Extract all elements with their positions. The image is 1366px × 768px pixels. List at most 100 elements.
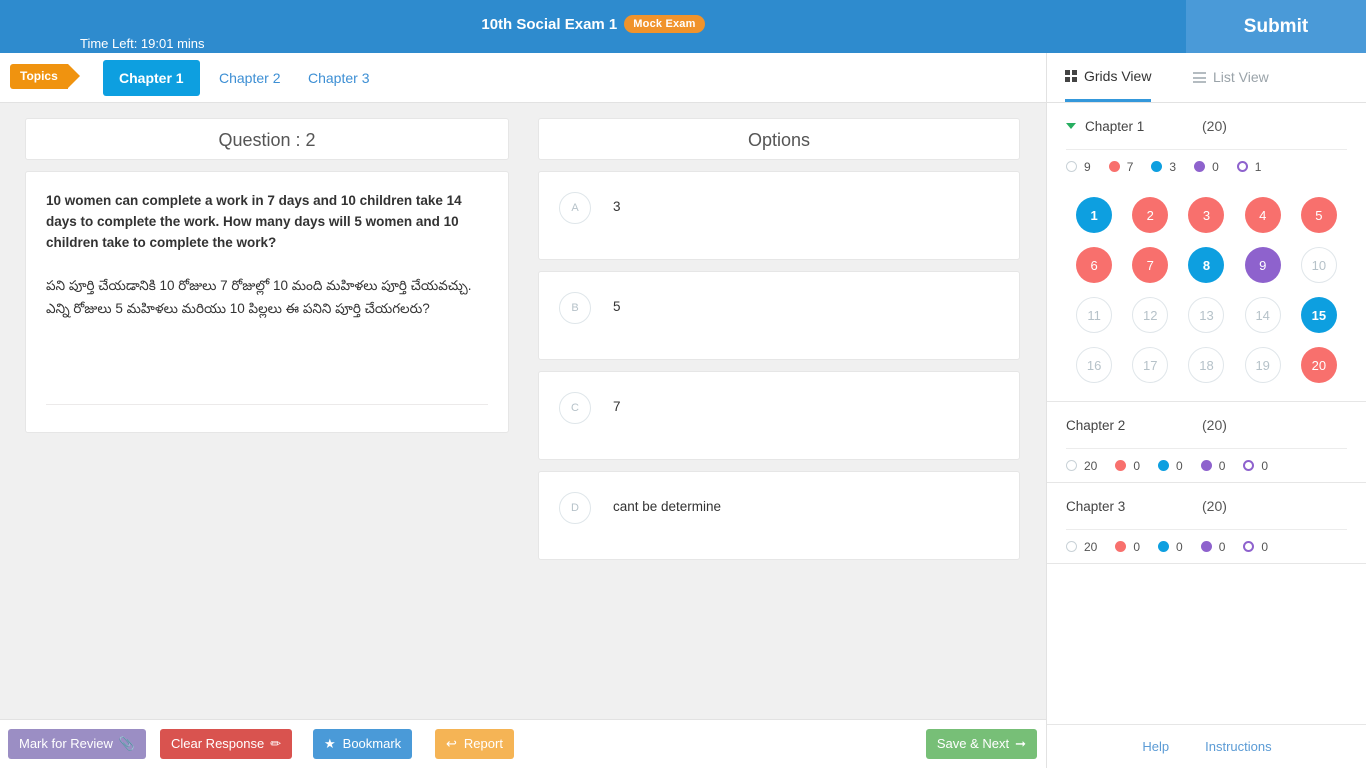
legend-dot-answered	[1115, 460, 1127, 471]
chevron-down-icon[interactable]	[1066, 123, 1076, 129]
grid-icon	[1065, 70, 1077, 82]
exam-title: 10th Social Exam 1 Mock Exam	[0, 15, 1186, 35]
question-number-14[interactable]: 14	[1244, 297, 1281, 333]
question-panel: Question : 2 10 women can complete a wor…	[25, 118, 509, 433]
question-number-7[interactable]: 7	[1132, 247, 1169, 283]
help-link[interactable]: Help	[1142, 739, 1169, 754]
legend-current: 3	[1151, 160, 1176, 174]
legend-dot-review	[1200, 460, 1212, 471]
view-tabs: Grids View List View	[1047, 53, 1366, 103]
question-number-18[interactable]: 18	[1188, 347, 1225, 383]
sidebar-footer: Help Instructions	[1047, 724, 1366, 768]
instructions-link[interactable]: Instructions	[1205, 739, 1271, 754]
chapter-1-count: (20)	[1202, 118, 1227, 134]
legend-review: 0	[1194, 160, 1219, 174]
mock-exam-badge: Mock Exam	[624, 15, 705, 33]
chapter-section-1: Chapter 1 (20) 9 7 3 0 1	[1047, 103, 1366, 183]
list-icon	[1193, 72, 1206, 83]
eraser-icon: ✏	[270, 736, 282, 751]
legend-unanswered: 9	[1066, 160, 1091, 174]
question-number-5[interactable]: 5	[1300, 197, 1337, 233]
legend-count-review: 0	[1218, 458, 1226, 473]
question-number-12[interactable]: 12	[1132, 297, 1169, 333]
question-number-13[interactable]: 13	[1188, 297, 1225, 333]
submit-label: Submit	[1243, 15, 1309, 37]
bottom-toolbar: Mark for Review 📎 Clear Response ✏ ★ Bookma…	[0, 719, 1046, 768]
option-b-text: 5	[613, 299, 621, 314]
tab-chapter-2[interactable]: Chapter 2	[203, 60, 296, 96]
question-body: 10 women can complete a work in 7 days a…	[25, 171, 509, 433]
chapter-2-legend: 20 0 0 0 0	[1066, 448, 1347, 482]
tab-grids-view[interactable]: Grids View	[1065, 53, 1152, 102]
question-number-8[interactable]: 8	[1188, 247, 1225, 283]
list-view-label: List View	[1213, 69, 1269, 85]
question-number-20[interactable]: 20	[1300, 347, 1337, 383]
save-and-next-button[interactable]: Save & Next ➞	[925, 729, 1037, 759]
legend-dot-review	[1200, 541, 1212, 552]
question-number-15[interactable]: 15	[1300, 297, 1337, 333]
option-a[interactable]: A 3	[538, 171, 1020, 260]
legend-dot-review-outline	[1243, 460, 1255, 471]
topics-tag[interactable]: Topics	[10, 64, 80, 89]
tab-chapter-1[interactable]: Chapter 1	[103, 60, 200, 96]
exam-app: Time Left: 19:01 mins 10th Social Exam 1…	[0, 0, 1366, 768]
clear-response-button[interactable]: Clear Response ✏	[160, 729, 293, 759]
bookmark-button[interactable]: ★ Bookmark	[313, 729, 413, 759]
option-d-letter: D	[559, 492, 591, 524]
question-number-17[interactable]: 17	[1132, 347, 1169, 383]
legend-review-outline: 1	[1236, 159, 1262, 174]
legend-count-answered: 7	[1126, 159, 1134, 174]
option-c-letter: C	[559, 392, 591, 424]
question-number-11[interactable]: 11	[1076, 297, 1113, 333]
option-b-letter: B	[559, 292, 591, 324]
legend-dot-unanswered	[1066, 541, 1077, 552]
report-label: Report	[463, 736, 503, 751]
tab-chapter-3[interactable]: Chapter 3	[292, 60, 385, 96]
legend-count-review-outline: 1	[1254, 159, 1262, 174]
chapter-3-legend: 20 0 0 0 0	[1066, 529, 1347, 563]
tab-list-view[interactable]: List View	[1193, 53, 1269, 102]
question-palette-sidebar: Grids View List View Chapter 1 (20) 9 7 …	[1046, 53, 1366, 768]
question-number-10[interactable]: 10	[1300, 247, 1337, 283]
legend-count-review-outline: 0	[1261, 458, 1269, 473]
option-b[interactable]: B 5	[538, 271, 1020, 360]
submit-button[interactable]: Submit	[1186, 0, 1366, 53]
question-number-19[interactable]: 19	[1244, 347, 1281, 383]
chapter-2-row[interactable]: Chapter 2 (20)	[1066, 402, 1347, 448]
question-number-6[interactable]: 6	[1076, 247, 1113, 283]
option-d-text: cant be determine	[613, 499, 722, 514]
legend-count-review: 0	[1212, 159, 1219, 174]
legend-dot-current	[1158, 541, 1170, 552]
legend-dot-unanswered	[1066, 460, 1077, 471]
legend-dot-review-outline	[1243, 541, 1255, 552]
question-number-4[interactable]: 4	[1244, 197, 1281, 233]
legend-count-answered: 0	[1133, 539, 1141, 554]
chapter-3-row[interactable]: Chapter 3 (20)	[1066, 483, 1347, 529]
report-button[interactable]: ↩ Report	[435, 729, 514, 759]
legend-count-unanswered: 9	[1084, 159, 1091, 174]
mark-for-review-button[interactable]: Mark for Review 📎	[8, 729, 147, 759]
legend-count-current: 0	[1176, 458, 1183, 473]
chapter-2-name: Chapter 2	[1066, 417, 1126, 433]
question-number-16[interactable]: 16	[1076, 347, 1113, 383]
chapter-3-count: (20)	[1202, 498, 1227, 514]
legend-dot-review	[1194, 161, 1206, 172]
legend-count-current: 3	[1169, 159, 1177, 174]
question-number-3[interactable]: 3	[1188, 197, 1225, 233]
option-a-letter: A	[559, 192, 591, 224]
option-c[interactable]: C 7	[538, 371, 1020, 460]
chapter-3-name: Chapter 3	[1066, 498, 1126, 514]
options-header: Options	[538, 118, 1020, 160]
question-number-9[interactable]: 9	[1244, 247, 1281, 283]
question-number-2[interactable]: 2	[1132, 197, 1169, 233]
option-a-text: 3	[613, 199, 621, 214]
undo-arrow-icon: ↩	[446, 736, 457, 751]
option-c-text: 7	[613, 399, 621, 414]
mark-for-review-label: Mark for Review	[19, 736, 113, 751]
chapter-1-row[interactable]: Chapter 1 (20)	[1066, 103, 1347, 149]
question-number-grid: 1 2 3 4 5 6 7 8 9 10 11 12 13 14 15 16 17 18 19 20	[1047, 183, 1366, 402]
question-number-1[interactable]: 1	[1076, 197, 1113, 233]
option-d[interactable]: D cant be determine	[538, 471, 1020, 560]
legend-answered: 7	[1108, 159, 1134, 174]
legend-count-unanswered: 20	[1084, 458, 1098, 473]
